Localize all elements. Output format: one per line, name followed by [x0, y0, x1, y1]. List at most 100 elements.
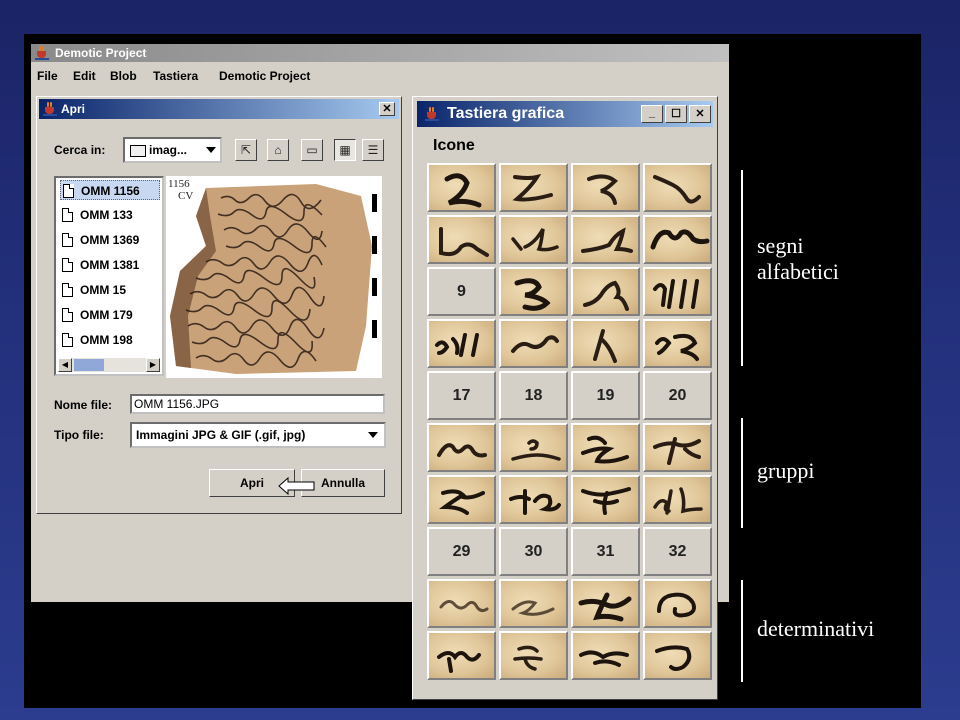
glyph-key[interactable] — [427, 631, 496, 680]
glyph-key[interactable] — [571, 423, 640, 472]
new-folder-button[interactable]: ▭ — [301, 139, 323, 161]
glyph-key[interactable] — [427, 215, 496, 264]
glyph-key[interactable] — [499, 319, 568, 368]
glyph-key[interactable] — [643, 267, 712, 316]
glyph-key[interactable] — [571, 579, 640, 628]
glyph-key[interactable] — [427, 579, 496, 628]
look-in-combo[interactable]: imag... — [123, 137, 222, 163]
list-item[interactable]: OMM 179 — [60, 305, 160, 325]
folder-icon — [130, 145, 146, 157]
numbered-key[interactable]: 30 — [499, 527, 568, 576]
ostracon-image — [170, 184, 377, 374]
numbered-key[interactable]: 31 — [571, 527, 640, 576]
glyph-key[interactable] — [499, 267, 568, 316]
numbered-key[interactable]: 9 — [427, 267, 496, 316]
glyph-key[interactable] — [427, 163, 496, 212]
glyph-key[interactable] — [643, 423, 712, 472]
menu-edit[interactable]: Edit — [73, 69, 96, 83]
glyph-key[interactable] — [427, 423, 496, 472]
file-icon — [62, 333, 73, 347]
glyph-key[interactable] — [571, 163, 640, 212]
preview-caption-line2: CV — [178, 190, 194, 202]
glyph-key[interactable] — [499, 163, 568, 212]
glyph-key[interactable] — [499, 423, 568, 472]
chevron-down-icon — [206, 147, 216, 153]
glyph-key[interactable] — [643, 631, 712, 680]
glyph-key[interactable] — [571, 319, 640, 368]
glyph-key[interactable] — [571, 475, 640, 524]
label-alphabetic-signs: segni alfabetici — [757, 233, 839, 285]
keyboard-titlebar[interactable]: Tastiera grafica _ ☐ ✕ — [417, 101, 713, 127]
java-cup-icon — [35, 46, 49, 60]
glyph-key[interactable] — [427, 319, 496, 368]
glyph-key[interactable] — [643, 163, 712, 212]
glyph-key[interactable] — [643, 475, 712, 524]
menu-tastiera[interactable]: Tastiera — [153, 69, 198, 83]
glyph-key[interactable] — [427, 475, 496, 524]
java-cup-icon — [43, 102, 57, 116]
list-item[interactable]: OMM 1156 — [60, 180, 160, 200]
numbered-key[interactable]: 20 — [643, 371, 712, 420]
glyph-key[interactable] — [643, 215, 712, 264]
glyph-key[interactable] — [571, 267, 640, 316]
filename-label: Nome file: — [54, 398, 113, 412]
arrow-left-icon — [278, 477, 315, 495]
main-window-title: Demotic Project — [55, 46, 147, 60]
close-icon[interactable]: ✕ — [689, 105, 711, 123]
label-groups: gruppi — [757, 458, 815, 483]
menu-file[interactable]: File — [37, 69, 58, 83]
filetype-combo[interactable]: Immagini JPG & GIF (.gif, jpg) — [130, 422, 386, 448]
glyph-key[interactable] — [571, 215, 640, 264]
label-alphabetic-line2: alfabetici — [757, 259, 839, 284]
maximize-icon[interactable]: ☐ — [665, 105, 687, 123]
details-view-button[interactable]: ☰ — [362, 139, 384, 161]
numbered-key[interactable]: 29 — [427, 527, 496, 576]
main-window-titlebar[interactable]: Demotic Project — [31, 44, 729, 62]
menu-blob[interactable]: Blob — [110, 69, 137, 83]
menu-icone[interactable]: Icone — [433, 137, 475, 155]
file-icon — [63, 184, 74, 198]
image-preview: 1156 CV — [166, 176, 382, 378]
list-view-button[interactable]: ▦ — [334, 139, 356, 161]
preview-caption: 1156 CV — [168, 178, 193, 202]
file-icon — [62, 208, 73, 222]
numbered-key[interactable]: 18 — [499, 371, 568, 420]
glyph-key[interactable] — [571, 631, 640, 680]
glyph-key[interactable] — [499, 579, 568, 628]
file-name: OMM 1381 — [80, 258, 140, 272]
filename-field[interactable]: OMM 1156.JPG — [130, 394, 385, 414]
menu-demotic-project[interactable]: Demotic Project — [219, 69, 310, 83]
glyph-key[interactable] — [643, 319, 712, 368]
glyph-key[interactable] — [499, 215, 568, 264]
up-folder-button[interactable]: ⇱ — [235, 139, 257, 161]
scroll-left-icon[interactable]: ◀ — [58, 358, 72, 372]
up-folder-icon: ⇱ — [240, 143, 252, 157]
list-item[interactable]: OMM 1369 — [60, 230, 160, 250]
details-view-icon: ☰ — [367, 143, 379, 157]
open-dialog-titlebar[interactable]: Apri ✕ — [39, 99, 399, 119]
file-list[interactable]: OMM 1156 OMM 133 OMM 1369 OMM 1381 OMM 1… — [54, 176, 164, 376]
file-name: OMM 1369 — [80, 233, 140, 247]
file-name: OMM 179 — [80, 308, 133, 322]
list-item[interactable]: OMM 15 — [60, 280, 160, 300]
home-button[interactable]: ⌂ — [267, 139, 289, 161]
scroll-right-icon[interactable]: ▶ — [146, 358, 160, 372]
new-folder-icon: ▭ — [306, 143, 318, 157]
close-icon[interactable]: ✕ — [379, 102, 395, 116]
preview-caption-line1: 1156 — [168, 178, 190, 190]
list-item[interactable]: OMM 133 — [60, 205, 160, 225]
numbered-key[interactable]: 17 — [427, 371, 496, 420]
bracket-groups — [741, 418, 743, 528]
graphic-keyboard-window: Tastiera grafica _ ☐ ✕ Icone 9 17 18 19 … — [412, 96, 718, 700]
numbered-key[interactable]: 32 — [643, 527, 712, 576]
glyph-key[interactable] — [643, 579, 712, 628]
list-item[interactable]: OMM 1381 — [60, 255, 160, 275]
list-item[interactable]: OMM 198 — [60, 330, 160, 350]
minimize-icon[interactable]: _ — [641, 105, 663, 123]
glyph-key[interactable] — [499, 631, 568, 680]
horizontal-scrollbar[interactable]: ◀ ▶ — [58, 358, 160, 372]
glyph-key[interactable] — [499, 475, 568, 524]
numbered-key[interactable]: 19 — [571, 371, 640, 420]
file-name: OMM 15 — [80, 283, 127, 297]
scroll-thumb[interactable] — [74, 359, 104, 371]
